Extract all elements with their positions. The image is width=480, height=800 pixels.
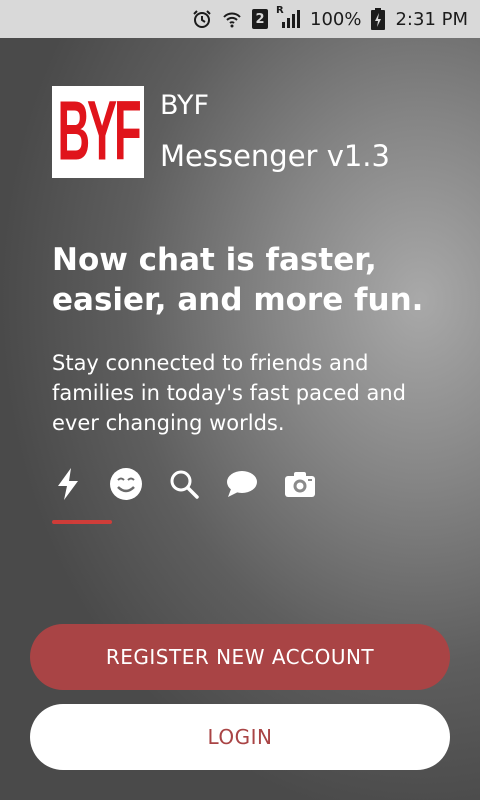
lightning-icon bbox=[50, 464, 86, 504]
signal-icon: R bbox=[276, 5, 300, 29]
camera-icon bbox=[282, 464, 318, 504]
tagline: Stay connected to friends and families i… bbox=[52, 351, 406, 435]
page-indicator bbox=[52, 520, 112, 524]
logo-text: BYF bbox=[57, 84, 141, 179]
roaming-indicator: R bbox=[276, 5, 284, 16]
app-name: BYF bbox=[160, 90, 210, 121]
headline: Now chat is faster, easier, and more fun… bbox=[52, 242, 424, 318]
app-version: Messenger v1.3 bbox=[160, 139, 390, 173]
sim-slot-badge: 2 bbox=[252, 9, 268, 29]
battery-charging-icon bbox=[371, 8, 386, 30]
status-bar: 2 R 100% 2:31 PM bbox=[0, 0, 480, 38]
register-button[interactable]: REGISTER NEW ACCOUNT bbox=[30, 624, 450, 690]
wifi-icon bbox=[222, 9, 242, 29]
clock: 2:31 PM bbox=[395, 8, 468, 30]
battery-percent: 100% bbox=[310, 8, 362, 30]
search-icon bbox=[166, 464, 202, 504]
app-logo: BYF bbox=[52, 86, 144, 178]
login-button[interactable]: LOGIN bbox=[30, 704, 450, 770]
alarm-icon bbox=[192, 9, 212, 29]
smiley-icon bbox=[108, 464, 144, 504]
chat-bubble-icon bbox=[224, 464, 260, 504]
feature-icons bbox=[50, 462, 318, 506]
